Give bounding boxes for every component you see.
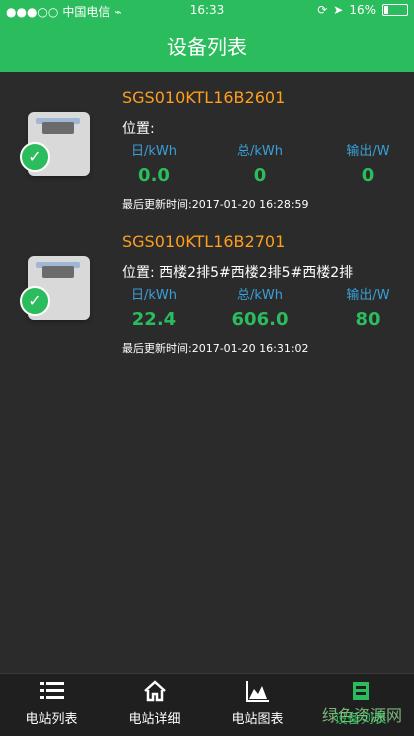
device-location: 位置: bbox=[122, 118, 155, 138]
metric-output: 输出/W 0 bbox=[334, 140, 402, 186]
device-metrics: 日/kWh 22.4 总/kWh 606.0 输出/W 80 bbox=[120, 284, 410, 336]
metric-label: 总/kWh bbox=[236, 144, 283, 159]
tab-label: 电站详细 bbox=[128, 712, 181, 727]
metric-day: 日/kWh 0.0 bbox=[120, 140, 188, 186]
device-metrics: 日/kWh 0.0 总/kWh 0 输出/W 0 bbox=[120, 140, 410, 192]
metric-value: 0 bbox=[253, 165, 267, 186]
tab-label: 电站图表 bbox=[231, 712, 284, 727]
chart-icon bbox=[245, 680, 270, 702]
location-value: 西楼2排5#西楼2排5#西楼2排 bbox=[159, 265, 354, 281]
metric-total: 总/kWh 0 bbox=[226, 140, 294, 186]
metric-total: 总/kWh 606.0 bbox=[226, 284, 294, 330]
inverter-screen bbox=[42, 122, 74, 134]
metric-label: 总/kWh bbox=[236, 288, 283, 303]
list-icon bbox=[39, 680, 64, 702]
device-updated: 最后更新时间:2017-01-20 16:31:02 bbox=[122, 340, 309, 356]
tab-station-list[interactable]: 电站列表 bbox=[0, 680, 103, 727]
check-icon: ✓ bbox=[20, 286, 50, 316]
device-location: 位置: 西楼2排5#西楼2排5#西楼2排 bbox=[122, 262, 353, 282]
check-icon: ✓ bbox=[20, 142, 50, 172]
battery-percent: 16% bbox=[349, 3, 376, 17]
tab-station-detail[interactable]: 电站详细 bbox=[103, 680, 206, 727]
metric-value: 22.4 bbox=[131, 309, 177, 330]
device-icon bbox=[349, 680, 373, 702]
metric-value: 80 bbox=[355, 309, 381, 330]
updated-value: 2017-01-20 16:31:02 bbox=[191, 342, 309, 355]
tab-station-chart[interactable]: 电站图表 bbox=[206, 680, 309, 727]
metric-value: 0.0 bbox=[138, 165, 170, 186]
device-item[interactable]: ✓ SGS010KTL16B2601 位置: 日/kWh 0.0 总/kWh 0… bbox=[0, 88, 414, 216]
device-item[interactable]: ✓ SGS010KTL16B2701 位置: 西楼2排5#西楼2排5#西楼2排 … bbox=[0, 232, 414, 360]
metric-value: 606.0 bbox=[231, 309, 289, 330]
status-bar: ●●●○○ 中国电信 ⌁ 16:33 ⟳ ➤ 16% bbox=[0, 0, 414, 22]
metric-day: 日/kWh 22.4 bbox=[120, 284, 188, 330]
metric-value: 0 bbox=[361, 165, 375, 186]
metric-label: 日/kWh bbox=[130, 288, 177, 303]
metric-output: 输出/W 80 bbox=[334, 284, 402, 330]
device-updated: 最后更新时间:2017-01-20 16:28:59 bbox=[122, 196, 309, 212]
updated-label: 最后更新时间: bbox=[122, 342, 192, 355]
page-title: 设备列表 bbox=[0, 22, 414, 72]
tab-label: 电站列表 bbox=[25, 712, 78, 727]
watermark: 绿色资源网 bbox=[321, 706, 402, 725]
inverter-screen bbox=[42, 266, 74, 278]
orientation-lock-icon: ⟳ bbox=[317, 3, 328, 17]
device-serial[interactable]: SGS010KTL16B2601 bbox=[122, 88, 285, 107]
battery-icon bbox=[382, 4, 408, 16]
device-serial[interactable]: SGS010KTL16B2701 bbox=[122, 232, 285, 251]
location-label: 位置: bbox=[122, 265, 155, 281]
metric-label: 输出/W bbox=[346, 144, 390, 159]
home-icon bbox=[143, 680, 167, 702]
location-icon: ➤ bbox=[333, 3, 344, 17]
updated-value: 2017-01-20 16:28:59 bbox=[191, 198, 309, 211]
status-right: ⟳ ➤ 16% bbox=[317, 3, 408, 17]
metric-label: 输出/W bbox=[346, 288, 390, 303]
updated-label: 最后更新时间: bbox=[122, 198, 192, 211]
location-label: 位置: bbox=[122, 121, 155, 137]
metric-label: 日/kWh bbox=[130, 144, 177, 159]
